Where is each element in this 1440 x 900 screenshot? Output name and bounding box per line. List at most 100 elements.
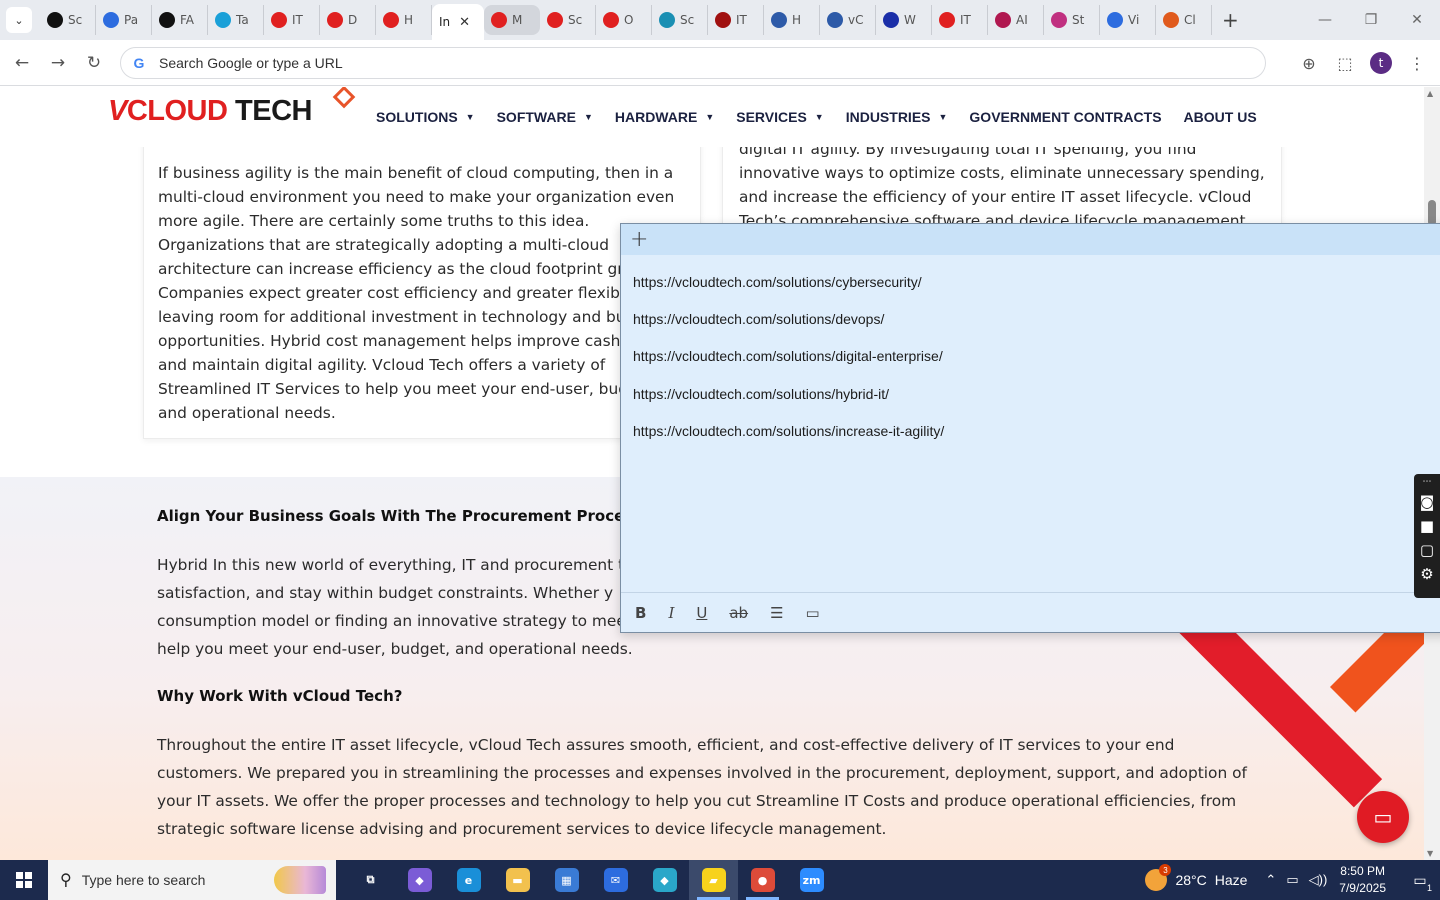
scroll-down-icon[interactable]: ▼ [1427,849,1433,858]
notification-center-icon[interactable]: ▭ 1 [1400,860,1440,900]
browser-tab[interactable]: St [1044,5,1100,35]
browser-tab[interactable]: H [376,5,432,35]
weather-widget[interactable]: 3 28°C Haze [1145,864,1247,891]
extensions-icon[interactable]: ⬚ [1334,52,1356,74]
nav-item-solutions[interactable]: SOLUTIONS ▼ [376,109,475,125]
tab-search-button[interactable]: ⌄ [6,7,32,33]
globe-icon[interactable]: ⊕ [1298,52,1320,74]
site-logo[interactable]: VCLOUD TECH [108,87,356,128]
forward-button[interactable]: → [40,45,76,81]
tab-title: Pa [124,13,139,27]
browser-tab[interactable]: Cl [1156,5,1212,35]
nav-item-software[interactable]: SOFTWARE ▼ [497,109,593,125]
window-icon[interactable]: ▢ [1420,541,1434,559]
taskbar-app[interactable]: ▦ [542,860,591,900]
browser-tab[interactable]: O [596,5,652,35]
nav-item-industries[interactable]: INDUSTRIES ▼ [846,109,948,125]
close-tab-icon[interactable]: ✕ [459,15,470,30]
italic-button[interactable]: I [668,604,674,622]
browser-tab[interactable]: IT [264,5,320,35]
browser-tab[interactable]: Ta [208,5,264,35]
x-icon [883,12,899,28]
bold-button[interactable]: B [635,604,646,622]
browser-tab[interactable]: W [876,5,932,35]
chat-button[interactable]: ▭ [1357,791,1409,843]
start-button[interactable] [0,860,48,900]
copilot-icon: ◆ [407,868,432,892]
insert-image-button[interactable]: ▭ [806,604,820,622]
profile-avatar[interactable]: t [1370,52,1392,74]
taskbar-app[interactable]: zm [787,860,836,900]
taskbar-app[interactable]: ▬ [493,860,542,900]
github-icon [47,12,63,28]
more-menu-icon[interactable]: ⋮ [1406,52,1428,74]
sticky-note-window[interactable]: + https://vcloudtech.com/solutions/cyber… [620,223,1440,633]
back-button[interactable]: ← [4,45,40,81]
chevron-up-icon[interactable]: ⌃ [1265,872,1276,888]
sticky-note-link[interactable]: https://vcloudtech.com/solutions/hybrid-… [633,379,1440,416]
screenshot-icon[interactable]: ⋯ [1423,477,1432,487]
network-icon[interactable]: ▭ [1286,872,1298,888]
address-bar[interactable]: G Search Google or type a URL [120,47,1266,79]
taskbar-app[interactable]: ⧉ [346,860,395,900]
taskbar-app[interactable]: ▰ [689,860,738,900]
vcloud-icon [383,12,399,28]
taskbar-app[interactable]: ◆ [395,860,444,900]
underline-button[interactable]: U [696,604,707,622]
claude-icon [1163,12,1179,28]
minimize-button[interactable]: — [1302,0,1348,40]
sticky-note-link[interactable]: https://vcloudtech.com/solutions/devops/ [633,304,1440,341]
bullet-list-button[interactable]: ☰ [770,604,783,622]
restore-button[interactable]: ❐ [1348,0,1394,40]
reload-button[interactable]: ↻ [76,45,112,81]
browser-tab[interactable]: Sc [652,5,708,35]
browser-tab[interactable]: Sc [40,5,96,35]
browser-tab[interactable]: In ✕ [432,4,484,40]
nav-item-hardware[interactable]: HARDWARE ▼ [615,109,714,125]
browser-tab[interactable]: FA [152,5,208,35]
camera-icon[interactable]: ◙ [1420,493,1435,511]
browser-tab[interactable]: IT [932,5,988,35]
balance-icon [771,12,787,28]
browser-tab[interactable]: vC [820,5,876,35]
taskbar-app[interactable]: e [444,860,493,900]
browser-tab[interactable]: IT [708,5,764,35]
pulse-icon [1107,12,1123,28]
tab-title: IT [960,13,971,27]
scroll-up-icon[interactable]: ▲ [1427,89,1433,98]
browser-tab[interactable]: Vi [1100,5,1156,35]
sticky-note-link[interactable]: https://vcloudtech.com/solutions/digital… [633,341,1440,378]
volume-icon[interactable]: ◁)) [1309,872,1328,888]
sticky-note-header[interactable]: + [621,224,1440,255]
taskbar-app[interactable]: ● [738,860,787,900]
taskbar-app[interactable]: ◆ [640,860,689,900]
new-tab-button[interactable]: + [1222,8,1239,32]
sticky-note-content[interactable]: https://vcloudtech.com/solutions/cyberse… [621,255,1440,453]
windows-logo-icon [16,872,32,888]
taskbar-search-box[interactable]: ⚲ Type here to search [48,860,336,900]
nav-item-about-us[interactable]: ABOUT US [1184,109,1257,125]
video-icon[interactable]: ■ [1420,517,1434,535]
strikethrough-button[interactable]: ab [729,604,748,622]
system-tray: 3 28°C Haze ⌃ ▭ ◁)) 8:50 PM 7/9/2025 ▭ 1 [1145,860,1440,900]
nav-item-services[interactable]: SERVICES ▼ [736,109,823,125]
browser-tab[interactable]: Pa [96,5,152,35]
close-window-button[interactable]: ✕ [1394,0,1440,40]
settings-icon[interactable]: ⚙ [1420,565,1433,583]
sticky-notes-icon: ▰ [701,868,726,892]
browser-tab[interactable]: H [764,5,820,35]
add-note-button[interactable]: + [630,227,648,252]
taskbar-app[interactable]: ✉ [591,860,640,900]
sticky-note-link[interactable]: https://vcloudtech.com/solutions/increas… [633,416,1440,453]
browser-tab[interactable]: AI [988,5,1044,35]
browser-tab[interactable]: Sc [540,5,596,35]
browser-tab[interactable]: D [320,5,376,35]
sticky-note-link[interactable]: https://vcloudtech.com/solutions/cyberse… [633,267,1440,304]
chrome-icon: ● [750,868,775,892]
toolbar-actions: ⊕ ⬚ t ⋮ [1298,40,1440,86]
clock[interactable]: 8:50 PM 7/9/2025 [1339,863,1386,897]
nav-item-government-contracts[interactable]: GOVERNMENT CONTRACTS [969,109,1161,125]
tab-title: Cl [1184,13,1196,27]
browser-tab[interactable]: M [484,5,540,35]
card-left-text: If business agility is the main benefit … [158,164,675,422]
